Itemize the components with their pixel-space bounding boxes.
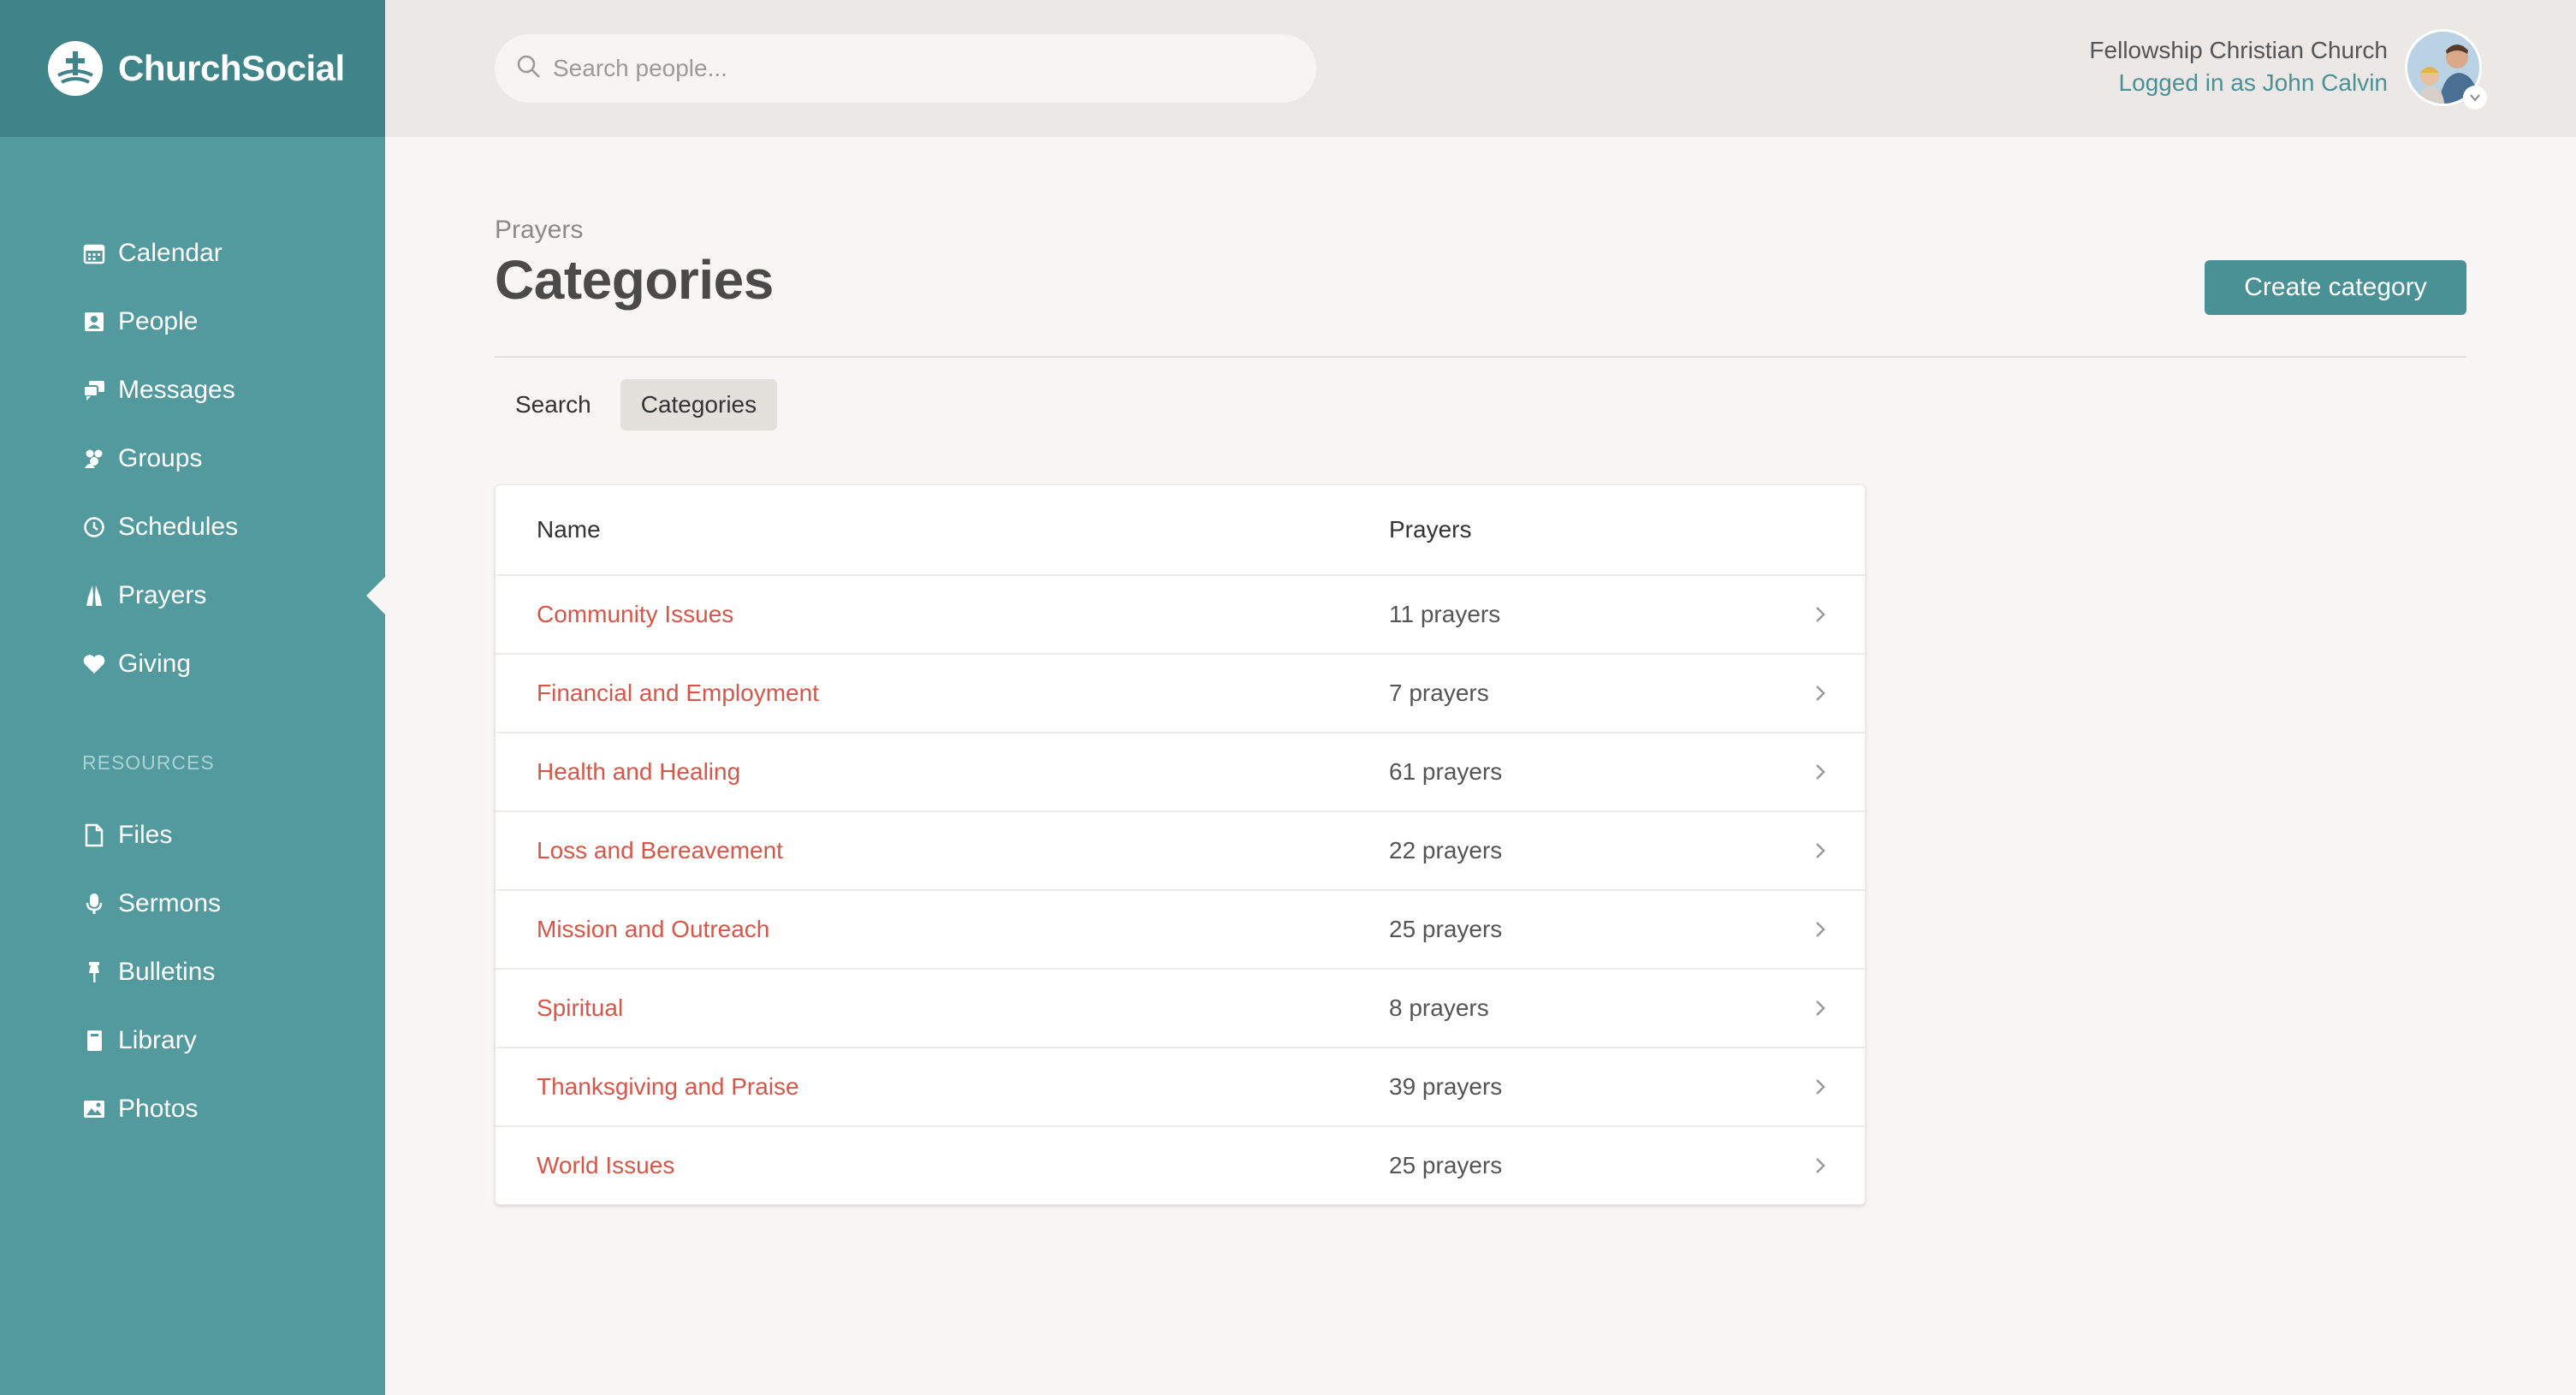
sidebar-item-label: Schedules — [118, 513, 239, 541]
column-header-prayers: Prayers — [1389, 516, 1472, 543]
search-icon — [515, 53, 543, 85]
sidebar-item-sermons[interactable]: Sermons — [0, 870, 385, 938]
top-bar: Fellowship Christian Church Logged in as… — [385, 0, 2576, 137]
resources-nav: Files Sermons Bulletins Library Photos — [0, 801, 385, 1143]
sidebar-item-files[interactable]: Files — [0, 801, 385, 870]
chevron-right-icon[interactable] — [1808, 996, 1832, 1020]
sidebar: ChurchSocial Calendar People Messages Gr… — [0, 0, 385, 1395]
prayer-count: 7 prayers — [1389, 680, 1489, 706]
chevron-right-icon[interactable] — [1808, 839, 1832, 863]
search-input[interactable] — [553, 55, 1289, 82]
people-icon — [82, 310, 106, 334]
category-link[interactable]: World Issues — [537, 1152, 674, 1179]
pin-icon — [82, 960, 106, 984]
messages-icon — [82, 378, 106, 402]
table-row[interactable]: Mission and Outreach 25 prayers — [496, 889, 1865, 968]
sidebar-item-label: Calendar — [118, 239, 223, 267]
chevron-right-icon[interactable] — [1808, 1154, 1832, 1178]
chevron-right-icon[interactable] — [1808, 603, 1832, 626]
sidebar-item-library[interactable]: Library — [0, 1006, 385, 1075]
heart-icon — [82, 652, 106, 676]
sidebar-item-label: Giving — [118, 650, 192, 678]
table-row[interactable]: World Issues 25 prayers — [496, 1125, 1865, 1204]
book-icon — [82, 1029, 106, 1053]
category-link[interactable]: Community Issues — [537, 601, 733, 628]
chevron-right-icon[interactable] — [1808, 1075, 1832, 1099]
groups-icon — [82, 447, 106, 471]
resources-heading: RESOURCES — [82, 751, 215, 774]
chevron-right-icon[interactable] — [1808, 760, 1832, 784]
table-row[interactable]: Health and Healing 61 prayers — [496, 732, 1865, 810]
brand-bar[interactable]: ChurchSocial — [0, 0, 385, 137]
search-box[interactable] — [495, 34, 1316, 103]
page-title: Categories — [495, 249, 774, 311]
main-nav: Calendar People Messages Groups Schedule… — [0, 219, 385, 698]
prayer-count: 25 prayers — [1389, 1152, 1503, 1178]
sidebar-item-label: Messages — [118, 376, 235, 404]
table-row[interactable]: Spiritual 8 prayers — [496, 968, 1865, 1047]
chevron-right-icon[interactable] — [1808, 917, 1832, 941]
brand-name: ChurchSocial — [118, 48, 345, 88]
prayer-count: 39 prayers — [1389, 1073, 1503, 1100]
logged-in-label[interactable]: Logged in as John Calvin — [2089, 67, 2388, 99]
column-header-name: Name — [537, 516, 601, 543]
sidebar-item-people[interactable]: People — [0, 288, 385, 356]
category-link[interactable]: Financial and Employment — [537, 680, 819, 707]
sidebar-item-label: People — [118, 307, 199, 335]
divider — [495, 356, 2466, 358]
table-row[interactable]: Community Issues 11 prayers — [496, 574, 1865, 653]
category-link[interactable]: Spiritual — [537, 994, 623, 1022]
church-name: Fellowship Christian Church — [2089, 37, 2388, 63]
sidebar-item-label: Files — [118, 821, 173, 849]
chevron-down-icon[interactable] — [2463, 86, 2487, 110]
sidebar-item-groups[interactable]: Groups — [0, 424, 385, 493]
chevron-right-icon[interactable] — [1808, 681, 1832, 705]
table-row[interactable]: Financial and Employment 7 prayers — [496, 653, 1865, 732]
sidebar-item-messages[interactable]: Messages — [0, 356, 385, 424]
sidebar-item-prayers[interactable]: Prayers — [0, 561, 385, 630]
breadcrumb[interactable]: Prayers — [495, 216, 583, 245]
sidebar-item-label: Photos — [118, 1095, 199, 1123]
praying-hands-icon — [82, 584, 106, 608]
sidebar-item-giving[interactable]: Giving — [0, 630, 385, 698]
category-link[interactable]: Health and Healing — [537, 758, 740, 786]
tab-search[interactable]: Search — [495, 379, 612, 430]
sidebar-item-schedules[interactable]: Schedules — [0, 493, 385, 561]
file-icon — [82, 823, 106, 847]
sidebar-item-calendar[interactable]: Calendar — [0, 219, 385, 288]
image-icon — [82, 1097, 106, 1121]
calendar-icon — [82, 241, 106, 265]
tab-categories[interactable]: Categories — [620, 379, 778, 430]
microphone-icon — [82, 892, 106, 916]
sidebar-item-photos[interactable]: Photos — [0, 1075, 385, 1143]
prayer-count: 22 prayers — [1389, 837, 1503, 864]
table-row[interactable]: Loss and Bereavement 22 prayers — [496, 810, 1865, 889]
table-header: Name Prayers — [496, 485, 1865, 574]
tab-bar: Search Categories — [495, 379, 786, 430]
sidebar-item-label: Bulletins — [118, 958, 216, 986]
clock-icon — [82, 515, 106, 539]
account-info: Fellowship Christian Church Logged in as… — [2089, 34, 2388, 99]
category-link[interactable]: Thanksgiving and Praise — [537, 1073, 799, 1101]
category-link[interactable]: Mission and Outreach — [537, 916, 769, 943]
prayer-count: 61 prayers — [1389, 758, 1503, 785]
prayer-count: 8 prayers — [1389, 994, 1489, 1021]
create-category-button[interactable]: Create category — [2205, 260, 2466, 315]
table-row[interactable]: Thanksgiving and Praise 39 prayers — [496, 1047, 1865, 1125]
sidebar-item-bulletins[interactable]: Bulletins — [0, 938, 385, 1006]
category-link[interactable]: Loss and Bereavement — [537, 837, 783, 864]
prayer-count: 25 prayers — [1389, 916, 1503, 942]
sidebar-item-label: Sermons — [118, 889, 222, 917]
sidebar-item-label: Library — [118, 1026, 197, 1054]
sidebar-item-label: Prayers — [118, 581, 207, 609]
sidebar-item-label: Groups — [118, 444, 203, 472]
church-logo-icon — [48, 41, 103, 96]
prayer-count: 11 prayers — [1389, 601, 1501, 627]
categories-table: Name Prayers Community Issues 11 prayers… — [495, 484, 1866, 1205]
